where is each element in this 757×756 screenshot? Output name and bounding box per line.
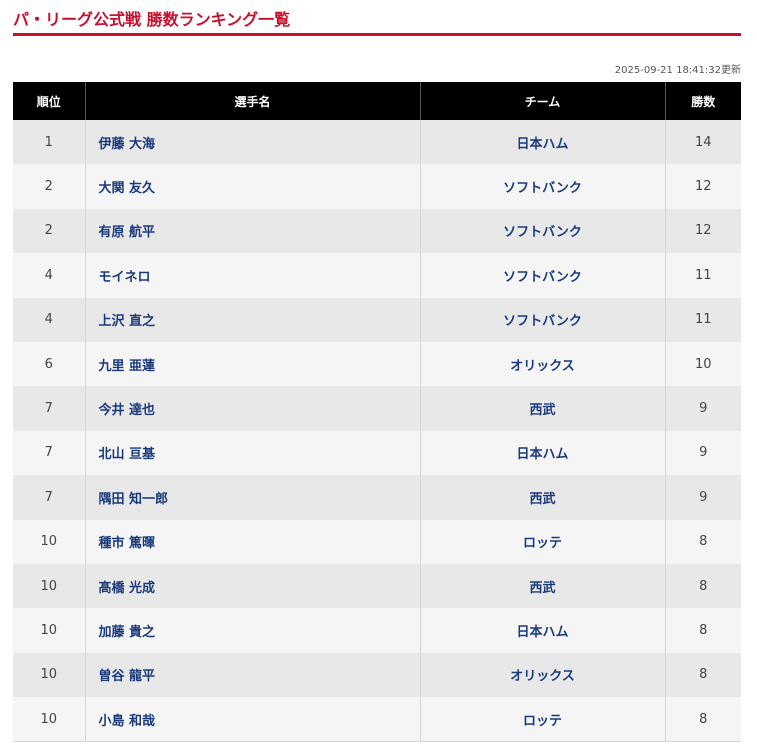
player-name-link[interactable]: 隅田 知一郎 xyxy=(84,475,420,520)
wins-cell: 8 xyxy=(664,563,741,609)
table-row: 10 髙橋 光成 西武 8 xyxy=(13,563,741,609)
title-rule xyxy=(13,33,741,36)
rank-cell: 4 xyxy=(13,297,85,342)
team-name-link[interactable]: オリックス xyxy=(419,652,665,698)
player-name-link[interactable]: 今井 達也 xyxy=(84,386,420,431)
table-bottom-rule xyxy=(13,741,741,742)
table-row: 7 今井 達也 西武 9 xyxy=(13,386,741,431)
table-row: 6 九里 亜蓮 オリックス 10 xyxy=(13,341,741,387)
team-name-link[interactable]: 日本ハム xyxy=(419,430,665,476)
wins-cell: 11 xyxy=(664,297,741,342)
team-name-link[interactable]: ソフトバンク xyxy=(419,208,665,254)
rank-cell: 10 xyxy=(13,519,85,564)
wins-cell: 8 xyxy=(664,652,741,698)
rank-cell: 2 xyxy=(13,208,85,254)
updated-timestamp: 2025-09-21 18:41:32更新 xyxy=(614,65,741,76)
team-name-link[interactable]: 日本ハム xyxy=(419,120,665,165)
player-name-link[interactable]: 曽谷 龍平 xyxy=(84,652,420,698)
team-name-link[interactable]: 西武 xyxy=(419,386,665,431)
wins-cell: 8 xyxy=(664,697,741,742)
rank-cell: 7 xyxy=(13,386,85,431)
header-team: チーム xyxy=(419,82,665,120)
player-name-link[interactable]: モイネロ xyxy=(84,253,420,298)
player-name-link[interactable]: 有原 航平 xyxy=(84,208,420,254)
wins-cell: 9 xyxy=(664,430,741,476)
team-name-link[interactable]: 西武 xyxy=(419,475,665,520)
player-name-link[interactable]: 上沢 直之 xyxy=(84,297,420,342)
rank-cell: 10 xyxy=(13,697,85,742)
table-row: 1 伊藤 大海 日本ハム 14 xyxy=(13,120,741,165)
wins-cell: 8 xyxy=(664,608,741,653)
player-name-link[interactable]: 種市 篤暉 xyxy=(84,519,420,564)
team-name-link[interactable]: ロッテ xyxy=(419,519,665,564)
table-row: 7 隅田 知一郎 西武 9 xyxy=(13,475,741,520)
table-row: 10 種市 篤暉 ロッテ 8 xyxy=(13,519,741,564)
team-name-link[interactable]: ソフトバンク xyxy=(419,253,665,298)
table-row: 10 加藤 貴之 日本ハム 8 xyxy=(13,608,741,653)
table-header-row: 順位 選手名 チーム 勝数 xyxy=(13,82,741,120)
rank-cell: 7 xyxy=(13,475,85,520)
team-name-link[interactable]: 西武 xyxy=(419,563,665,609)
wins-cell: 8 xyxy=(664,519,741,564)
team-name-link[interactable]: ソフトバンク xyxy=(419,297,665,342)
player-name-link[interactable]: 加藤 貴之 xyxy=(84,608,420,653)
player-name-link[interactable]: 九里 亜蓮 xyxy=(84,341,420,387)
header-wins: 勝数 xyxy=(664,82,741,120)
team-name-link[interactable]: 日本ハム xyxy=(419,608,665,653)
team-name-link[interactable]: ソフトバンク xyxy=(419,164,665,209)
wins-cell: 12 xyxy=(664,208,741,254)
table-body: 1 伊藤 大海 日本ハム 14 2 大関 友久 ソフトバンク 12 2 有原 航平 ソフトバンク 12… xyxy=(13,120,741,742)
player-name-link[interactable]: 北山 亘基 xyxy=(84,430,420,476)
table-row: 10 曽谷 龍平 オリックス 8 xyxy=(13,652,741,698)
wins-cell: 14 xyxy=(664,120,741,165)
header-player: 選手名 xyxy=(84,82,420,120)
team-name-link[interactable]: オリックス xyxy=(419,341,665,387)
table-row: 10 小島 和哉 ロッテ 8 xyxy=(13,697,741,742)
rank-cell: 6 xyxy=(13,341,85,387)
wins-cell: 9 xyxy=(664,475,741,520)
table-row: 4 モイネロ ソフトバンク 11 xyxy=(13,253,741,298)
rank-cell: 7 xyxy=(13,430,85,476)
table-row: 7 北山 亘基 日本ハム 9 xyxy=(13,430,741,476)
table-row: 4 上沢 直之 ソフトバンク 11 xyxy=(13,297,741,342)
player-name-link[interactable]: 伊藤 大海 xyxy=(84,120,420,165)
table-row: 2 大関 友久 ソフトバンク 12 xyxy=(13,164,741,209)
wins-cell: 11 xyxy=(664,253,741,298)
team-name-link[interactable]: ロッテ xyxy=(419,697,665,742)
wins-cell: 9 xyxy=(664,386,741,431)
rank-cell: 10 xyxy=(13,608,85,653)
rank-cell: 4 xyxy=(13,253,85,298)
player-name-link[interactable]: 髙橋 光成 xyxy=(84,563,420,609)
wins-cell: 12 xyxy=(664,164,741,209)
page-title: パ・リーグ公式戦 勝数ランキング一覧 xyxy=(13,10,291,29)
rank-cell: 2 xyxy=(13,164,85,209)
player-name-link[interactable]: 大関 友久 xyxy=(84,164,420,209)
header-rank: 順位 xyxy=(13,82,85,120)
rank-cell: 10 xyxy=(13,563,85,609)
wins-cell: 10 xyxy=(664,341,741,387)
player-name-link[interactable]: 小島 和哉 xyxy=(84,697,420,742)
table-row: 2 有原 航平 ソフトバンク 12 xyxy=(13,208,741,254)
rank-cell: 10 xyxy=(13,652,85,698)
rank-cell: 1 xyxy=(13,120,85,165)
wins-ranking-table: 順位 選手名 チーム 勝数 1 伊藤 大海 日本ハム 14 2 大関 友久 ソフトバンク 12… xyxy=(13,82,741,742)
